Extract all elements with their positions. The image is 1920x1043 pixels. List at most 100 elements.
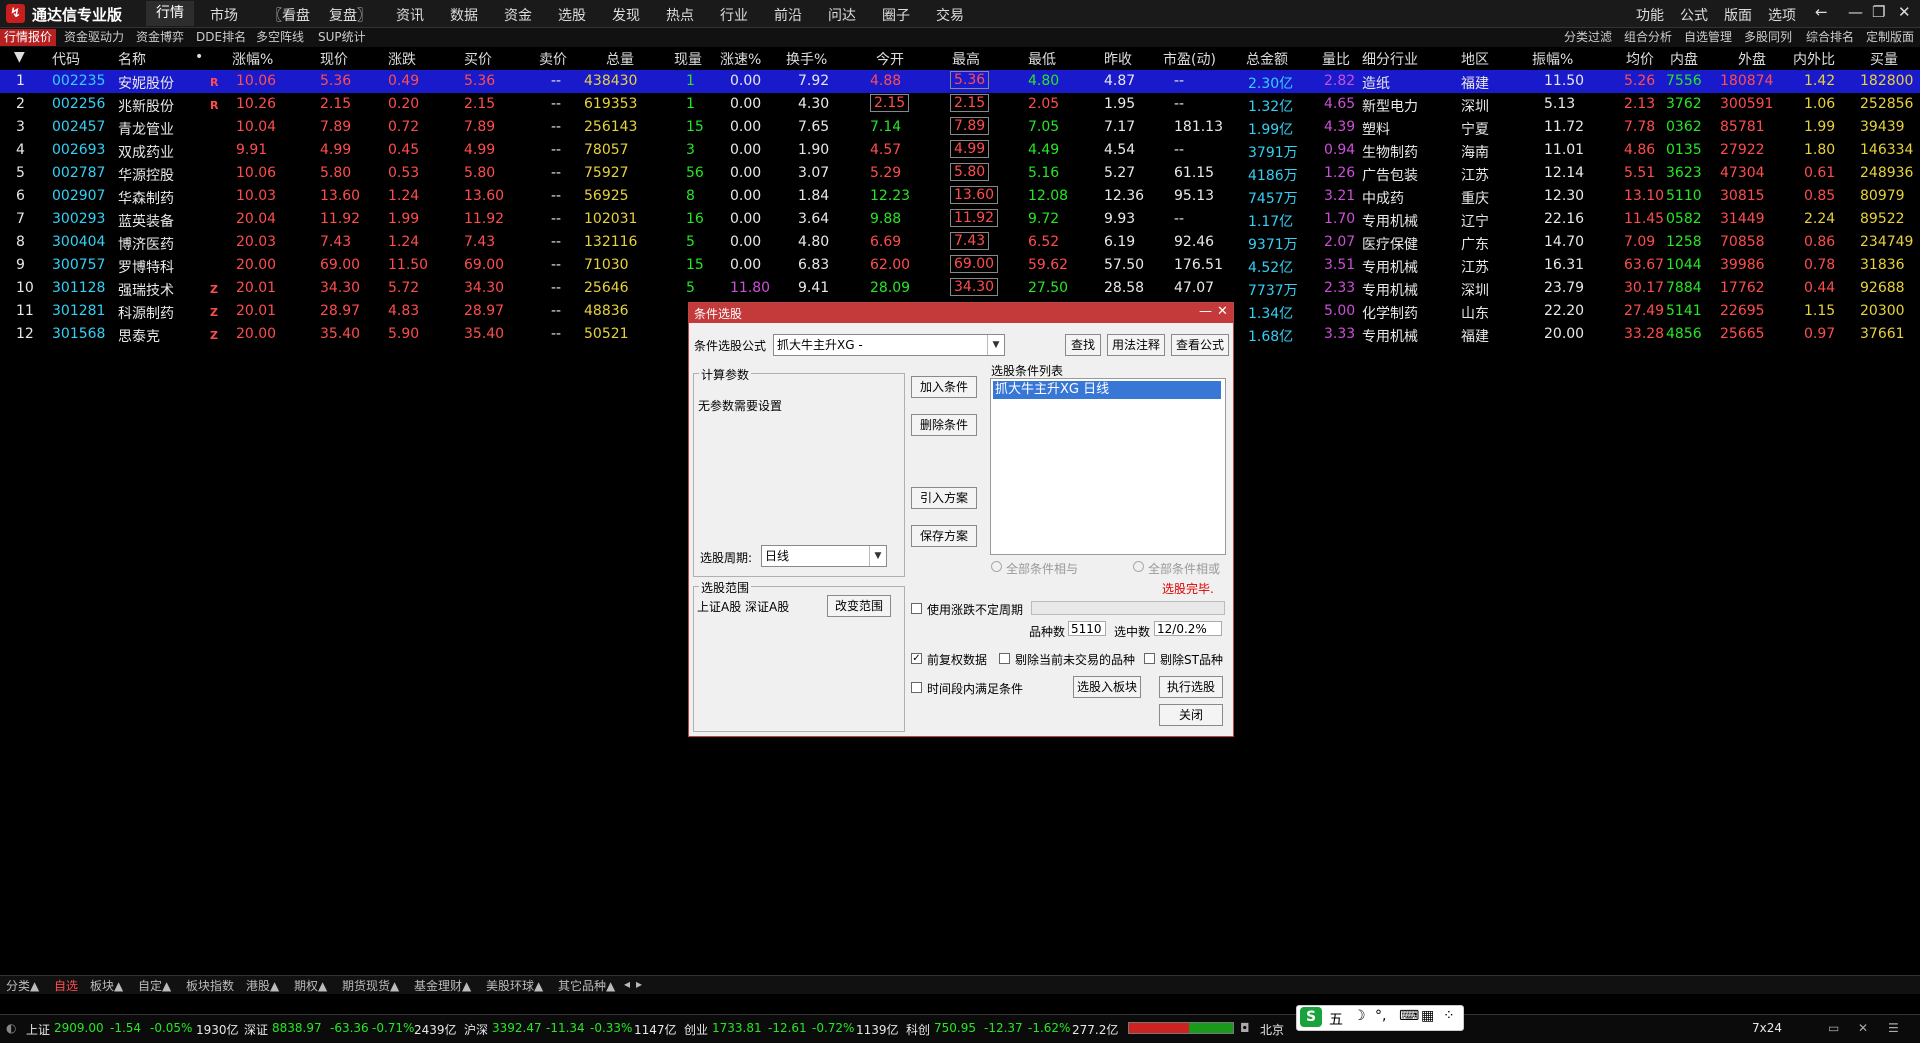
col-bid[interactable]: 买价 bbox=[464, 49, 492, 69]
subtab-multi[interactable]: 多股同列 bbox=[1740, 29, 1796, 46]
btab-custom[interactable]: 自定▲ bbox=[138, 977, 171, 994]
col-code[interactable]: 代码 bbox=[52, 49, 80, 69]
menu-redian[interactable]: 热点 bbox=[666, 5, 694, 25]
menu-xuangu[interactable]: 选股 bbox=[558, 5, 586, 25]
col-ask[interactable]: 卖价 bbox=[539, 49, 567, 69]
ime-logo-icon[interactable]: S bbox=[1300, 1007, 1322, 1027]
add-condition-button[interactable]: 加入条件 bbox=[911, 376, 977, 398]
formula-select[interactable]: 抓大牛主升XG - ▼ bbox=[773, 334, 1005, 356]
period-select[interactable]: 日线 ▼ bbox=[761, 545, 887, 567]
menu-shichang[interactable]: 市场 bbox=[210, 5, 238, 25]
ime-mode[interactable]: 五 bbox=[1329, 1009, 1343, 1029]
keyboard-icon[interactable]: ⌨ bbox=[1399, 1008, 1419, 1024]
col-vol-ratio[interactable]: 量比 bbox=[1322, 49, 1350, 69]
table-row[interactable]: 4 002693 双成药业 9.91 4.99 0.45 4.99 -- 78057 3 0.00 1… bbox=[0, 139, 1920, 162]
table-row[interactable]: 8 300404 博济医药 20.03 7.43 1.24 7.43 -- 132116 5 0.0… bbox=[0, 231, 1920, 254]
col-name[interactable]: 名称 bbox=[118, 49, 146, 69]
menu-zijin[interactable]: 资金 bbox=[504, 5, 532, 25]
col-high[interactable]: 最高 bbox=[952, 49, 980, 69]
table-row[interactable]: 9 300757 罗博特科 20.00 69.00 11.50 69.00 -- 71030 15… bbox=[0, 254, 1920, 277]
grid-icon[interactable]: ▦ bbox=[1421, 1008, 1434, 1024]
col-price[interactable]: 现价 bbox=[320, 49, 348, 69]
btab-category[interactable]: 分类▲ bbox=[6, 977, 39, 994]
table-row[interactable]: 5 002787 华源控股 10.06 5.80 0.53 5.80 -- 75927 56 0.0… bbox=[0, 162, 1920, 185]
col-prev[interactable]: 昨收 bbox=[1104, 49, 1132, 69]
table-row[interactable]: 7 300293 蓝英装备 20.04 11.92 1.99 11.92 -- 102031 16… bbox=[0, 208, 1920, 231]
minimize-icon[interactable]: — bbox=[1848, 3, 1863, 21]
menu-wenda[interactable]: 问达 bbox=[828, 5, 856, 25]
menu-gongshi[interactable]: 公式 bbox=[1680, 5, 1708, 25]
btab-futures[interactable]: 期货现货▲ bbox=[342, 977, 399, 994]
subtab-quote[interactable]: 行情报价 bbox=[0, 29, 57, 46]
apps-icon[interactable]: ⁘ bbox=[1443, 1008, 1455, 1024]
forward-adjust-checkbox[interactable]: ✓ bbox=[911, 653, 922, 664]
menu-gongneng[interactable]: 功能 bbox=[1636, 5, 1664, 25]
menu-xuanxiang[interactable]: 选项 bbox=[1768, 5, 1796, 25]
col-region[interactable]: 地区 bbox=[1461, 49, 1489, 69]
close-icon[interactable]: ✕ bbox=[1898, 3, 1911, 21]
import-plan-button[interactable]: 引入方案 bbox=[911, 487, 977, 509]
menu-kanpan[interactable]: 〖看盘 bbox=[268, 5, 310, 25]
btab-hk[interactable]: 港股▲ bbox=[246, 977, 279, 994]
btab-options[interactable]: 期权▲ bbox=[294, 977, 327, 994]
menu-jiaoyi[interactable]: 交易 bbox=[936, 5, 964, 25]
usage-button[interactable]: 用法注释 bbox=[1107, 334, 1165, 356]
indef-period-checkbox[interactable] bbox=[911, 603, 922, 614]
moon-icon[interactable]: ☽ bbox=[1353, 1008, 1366, 1024]
menu-faxian[interactable]: 发现 bbox=[612, 5, 640, 25]
status-toggle-icon[interactable]: ◐ bbox=[6, 1021, 16, 1035]
dialog-close-icon[interactable]: ✕ bbox=[1217, 304, 1228, 319]
menu-hangqing[interactable]: 行情 bbox=[146, 1, 194, 26]
subtab-combo[interactable]: 组合分析 bbox=[1620, 29, 1676, 46]
col-industry[interactable]: 细分行业 bbox=[1362, 49, 1418, 69]
btab-block[interactable]: 板块▲ bbox=[90, 977, 123, 994]
to-block-button[interactable]: 选股入板块 bbox=[1073, 676, 1141, 698]
subtab-fund-game[interactable]: 资金博弈 bbox=[132, 29, 188, 46]
find-button[interactable]: 查找 bbox=[1065, 334, 1101, 356]
subtab-bull-bear[interactable]: 多空阵线 bbox=[252, 29, 308, 46]
col-open[interactable]: 今开 bbox=[876, 49, 904, 69]
conditions-list[interactable]: 抓大牛主升XG 日线 bbox=[990, 378, 1226, 555]
col-pe[interactable]: 市盈(动) bbox=[1163, 49, 1216, 69]
restore-icon[interactable]: ❐ bbox=[1872, 3, 1885, 21]
dialog-minimize-icon[interactable]: — bbox=[1199, 304, 1212, 319]
menu-quanzi[interactable]: 圈子 bbox=[882, 5, 910, 25]
time-period-checkbox[interactable] bbox=[911, 682, 922, 693]
condition-list-item[interactable]: 抓大牛主升XG 日线 bbox=[993, 381, 1221, 399]
col-bid-vol[interactable]: 买量 bbox=[1870, 49, 1898, 69]
col-speed[interactable]: 涨速% bbox=[720, 49, 761, 69]
col-inner[interactable]: 内盘 bbox=[1670, 49, 1698, 69]
view-formula-button[interactable]: 查看公式 bbox=[1171, 334, 1229, 356]
table-row[interactable]: 3 002457 青龙管业 10.04 7.89 0.72 7.89 -- 256143 15 0.… bbox=[0, 116, 1920, 139]
message-icon[interactable]: ▭ bbox=[1828, 1021, 1839, 1035]
col-dot[interactable]: • bbox=[195, 49, 203, 65]
btab-block-index[interactable]: 板块指数 bbox=[186, 977, 234, 994]
camera-icon[interactable]: ◘ bbox=[1240, 1021, 1250, 1035]
col-low[interactable]: 最低 bbox=[1028, 49, 1056, 69]
mute-icon[interactable]: ✕ bbox=[1858, 1021, 1868, 1035]
menu-zixun[interactable]: 资讯 bbox=[396, 5, 424, 25]
all-or-radio[interactable] bbox=[1133, 561, 1144, 572]
subtab-custom[interactable]: 定制版面 bbox=[1862, 29, 1918, 46]
col-cur-vol[interactable]: 现量 bbox=[674, 49, 702, 69]
all-and-radio[interactable] bbox=[991, 561, 1002, 572]
remove-st-checkbox[interactable] bbox=[1144, 653, 1155, 664]
btab-watchlist[interactable]: 自选 bbox=[54, 977, 78, 994]
table-row[interactable]: 1 002235 安妮股份 R 10.06 5.36 0.49 5.36 -- 438430 1 0.… bbox=[0, 70, 1920, 93]
menu-hangye[interactable]: 行业 bbox=[720, 5, 748, 25]
col-amplitude[interactable]: 振幅% bbox=[1532, 49, 1573, 69]
scroll-right-icon[interactable]: ▸ bbox=[636, 977, 642, 991]
menu-qianyan[interactable]: 前沿 bbox=[774, 5, 802, 25]
btab-us[interactable]: 美股环球▲ bbox=[486, 977, 543, 994]
subtab-sup[interactable]: SUP统计 bbox=[314, 29, 370, 46]
subtab-watchlist[interactable]: 自选管理 bbox=[1680, 29, 1736, 46]
remove-not-trading-checkbox[interactable] bbox=[999, 653, 1010, 664]
menu-fupan[interactable]: 复盘〗 bbox=[329, 5, 371, 25]
subtab-rank[interactable]: 综合排名 bbox=[1802, 29, 1858, 46]
col-chg[interactable]: 涨跌 bbox=[388, 49, 416, 69]
punctuation-icon[interactable]: °, bbox=[1375, 1008, 1386, 1024]
col-vol[interactable]: 总量 bbox=[606, 49, 634, 69]
execute-button[interactable]: 执行选股 bbox=[1159, 676, 1223, 698]
col-avg[interactable]: 均价 bbox=[1626, 49, 1654, 69]
menu-banmian[interactable]: 版面 bbox=[1724, 5, 1752, 25]
